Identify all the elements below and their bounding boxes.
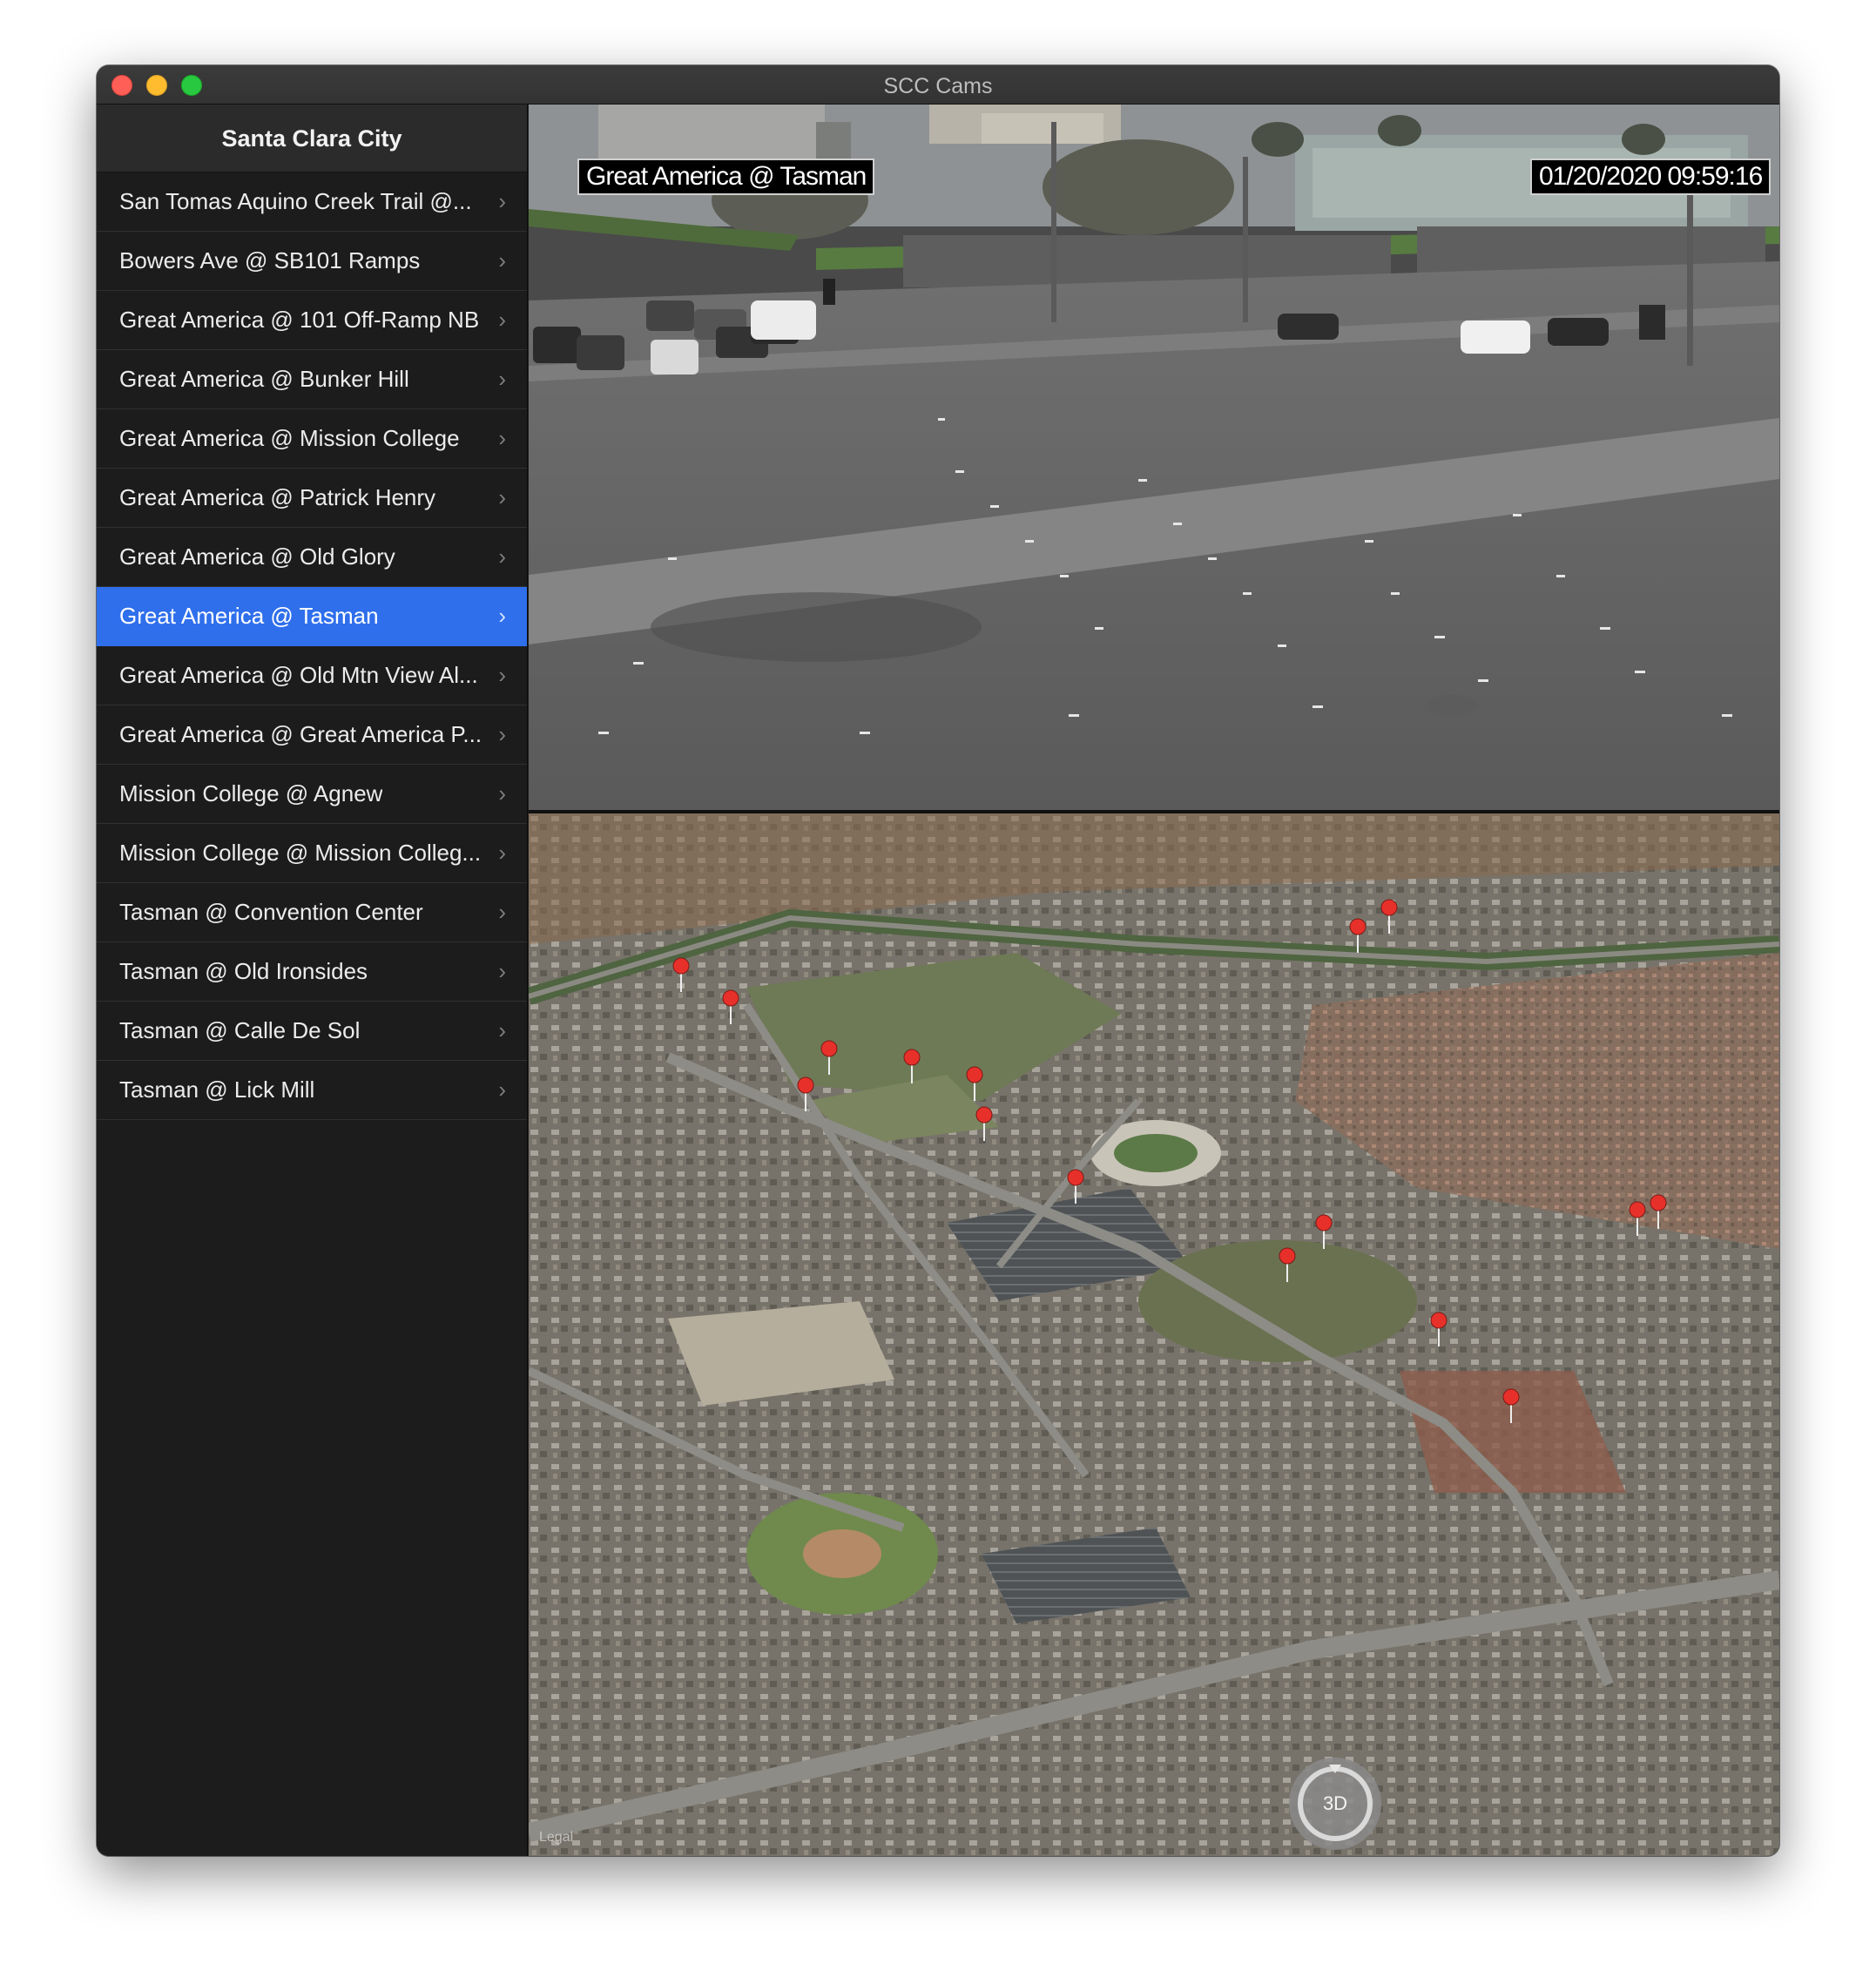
camera-list-item-label: Great America @ 101 Off-Ramp NB xyxy=(119,307,480,333)
chevron-right-icon: › xyxy=(498,543,506,570)
camera-list-item[interactable]: Great America @ Old Mtn View Al... › xyxy=(97,646,527,705)
camera-list-item[interactable]: Great America @ Bunker Hill › xyxy=(97,350,527,409)
camera-list-item[interactable]: Tasman @ Lick Mill › xyxy=(97,1061,527,1120)
camera-list-item[interactable]: Bowers Ave @ SB101 Ramps › xyxy=(97,232,527,291)
map-3d-toggle-button[interactable]: 3D xyxy=(1287,1756,1383,1856)
chevron-right-icon: › xyxy=(498,721,506,747)
chevron-right-icon: › xyxy=(498,958,506,984)
camera-list-sidebar: Santa Clara City San Tomas Aquino Creek … xyxy=(97,105,528,1856)
camera-list-item[interactable]: San Tomas Aquino Creek Trail @... › xyxy=(97,172,527,232)
camera-list-item[interactable]: Mission College @ Mission Colleg... › xyxy=(97,824,527,883)
camera-feed-view: Great America @ Tasman 01/20/2020 09:59:… xyxy=(529,105,1779,810)
chevron-right-icon: › xyxy=(498,662,506,688)
camera-list-item-label: Great America @ Old Mtn View Al... xyxy=(119,662,478,688)
chevron-right-icon: › xyxy=(498,899,506,925)
satellite-map-view[interactable]: Legal xyxy=(529,813,1779,1856)
camera-list-item-label: San Tomas Aquino Creek Trail @... xyxy=(119,188,472,214)
chevron-right-icon: › xyxy=(498,1076,506,1103)
camera-list-item[interactable]: Great America @ 101 Off-Ramp NB › xyxy=(97,291,527,350)
sidebar-title: Santa Clara City xyxy=(97,105,527,172)
camera-list-item-label: Mission College @ Agnew xyxy=(119,780,383,806)
map-legal-link[interactable]: Legal xyxy=(539,1830,573,1846)
camera-list-item[interactable]: Great America @ Mission College › xyxy=(97,409,527,469)
title-bar[interactable]: SCC Cams xyxy=(97,65,1779,105)
camera-list: San Tomas Aquino Creek Trail @... › Bowers… xyxy=(97,172,527,1120)
camera-list-item[interactable]: Great America @ Tasman › xyxy=(97,587,527,646)
chevron-right-icon: › xyxy=(498,247,506,273)
chevron-right-icon: › xyxy=(498,840,506,866)
chevron-right-icon: › xyxy=(498,484,506,510)
chevron-right-icon: › xyxy=(498,188,506,214)
camera-list-item[interactable]: Tasman @ Old Ironsides › xyxy=(97,942,527,1002)
chevron-right-icon: › xyxy=(498,603,506,629)
camera-list-item-label: Tasman @ Lick Mill xyxy=(119,1076,315,1103)
chevron-right-icon: › xyxy=(498,1017,506,1043)
camera-location-overlay: Great America @ Tasman xyxy=(577,159,875,195)
camera-list-item-label: Great America @ Old Glory xyxy=(119,543,395,570)
app-window: SCC Cams Santa Clara City San Tomas Aqui… xyxy=(97,65,1779,1856)
camera-list-item-label: Mission College @ Mission Colleg... xyxy=(119,840,482,866)
camera-list-item-label: Great America @ Tasman xyxy=(119,603,379,629)
camera-list-item-label: Tasman @ Calle De Sol xyxy=(119,1017,361,1043)
camera-list-item[interactable]: Great America @ Patrick Henry › xyxy=(97,469,527,528)
window-title: SCC Cams xyxy=(883,74,993,98)
camera-list-item[interactable]: Great America @ Old Glory › xyxy=(97,528,527,587)
camera-list-item[interactable]: Great America @ Great America P... › xyxy=(97,705,527,765)
camera-list-item-label: Tasman @ Convention Center xyxy=(119,899,423,925)
chevron-right-icon: › xyxy=(498,780,506,806)
chevron-right-icon: › xyxy=(498,307,506,333)
camera-list-item-label: Great America @ Bunker Hill xyxy=(119,366,409,392)
camera-timestamp-overlay: 01/20/2020 09:59:16 xyxy=(1530,159,1771,195)
chevron-right-icon: › xyxy=(498,425,506,451)
satellite-map-image xyxy=(529,813,1779,1856)
camera-list-item-label: Great America @ Great America P... xyxy=(119,721,482,747)
camera-list-item[interactable]: Mission College @ Agnew › xyxy=(97,765,527,824)
camera-list-item[interactable]: Tasman @ Calle De Sol › xyxy=(97,1002,527,1061)
camera-list-item-label: Tasman @ Old Ironsides xyxy=(119,958,368,984)
camera-list-item-label: Bowers Ave @ SB101 Ramps xyxy=(119,247,421,273)
camera-list-item-label: Great America @ Patrick Henry xyxy=(119,484,436,510)
chevron-right-icon: › xyxy=(498,366,506,392)
camera-list-item[interactable]: Tasman @ Convention Center › xyxy=(97,883,527,942)
camera-image xyxy=(529,105,1779,810)
map-3d-label: 3D xyxy=(1322,1792,1348,1814)
camera-list-item-label: Great America @ Mission College xyxy=(119,425,460,451)
